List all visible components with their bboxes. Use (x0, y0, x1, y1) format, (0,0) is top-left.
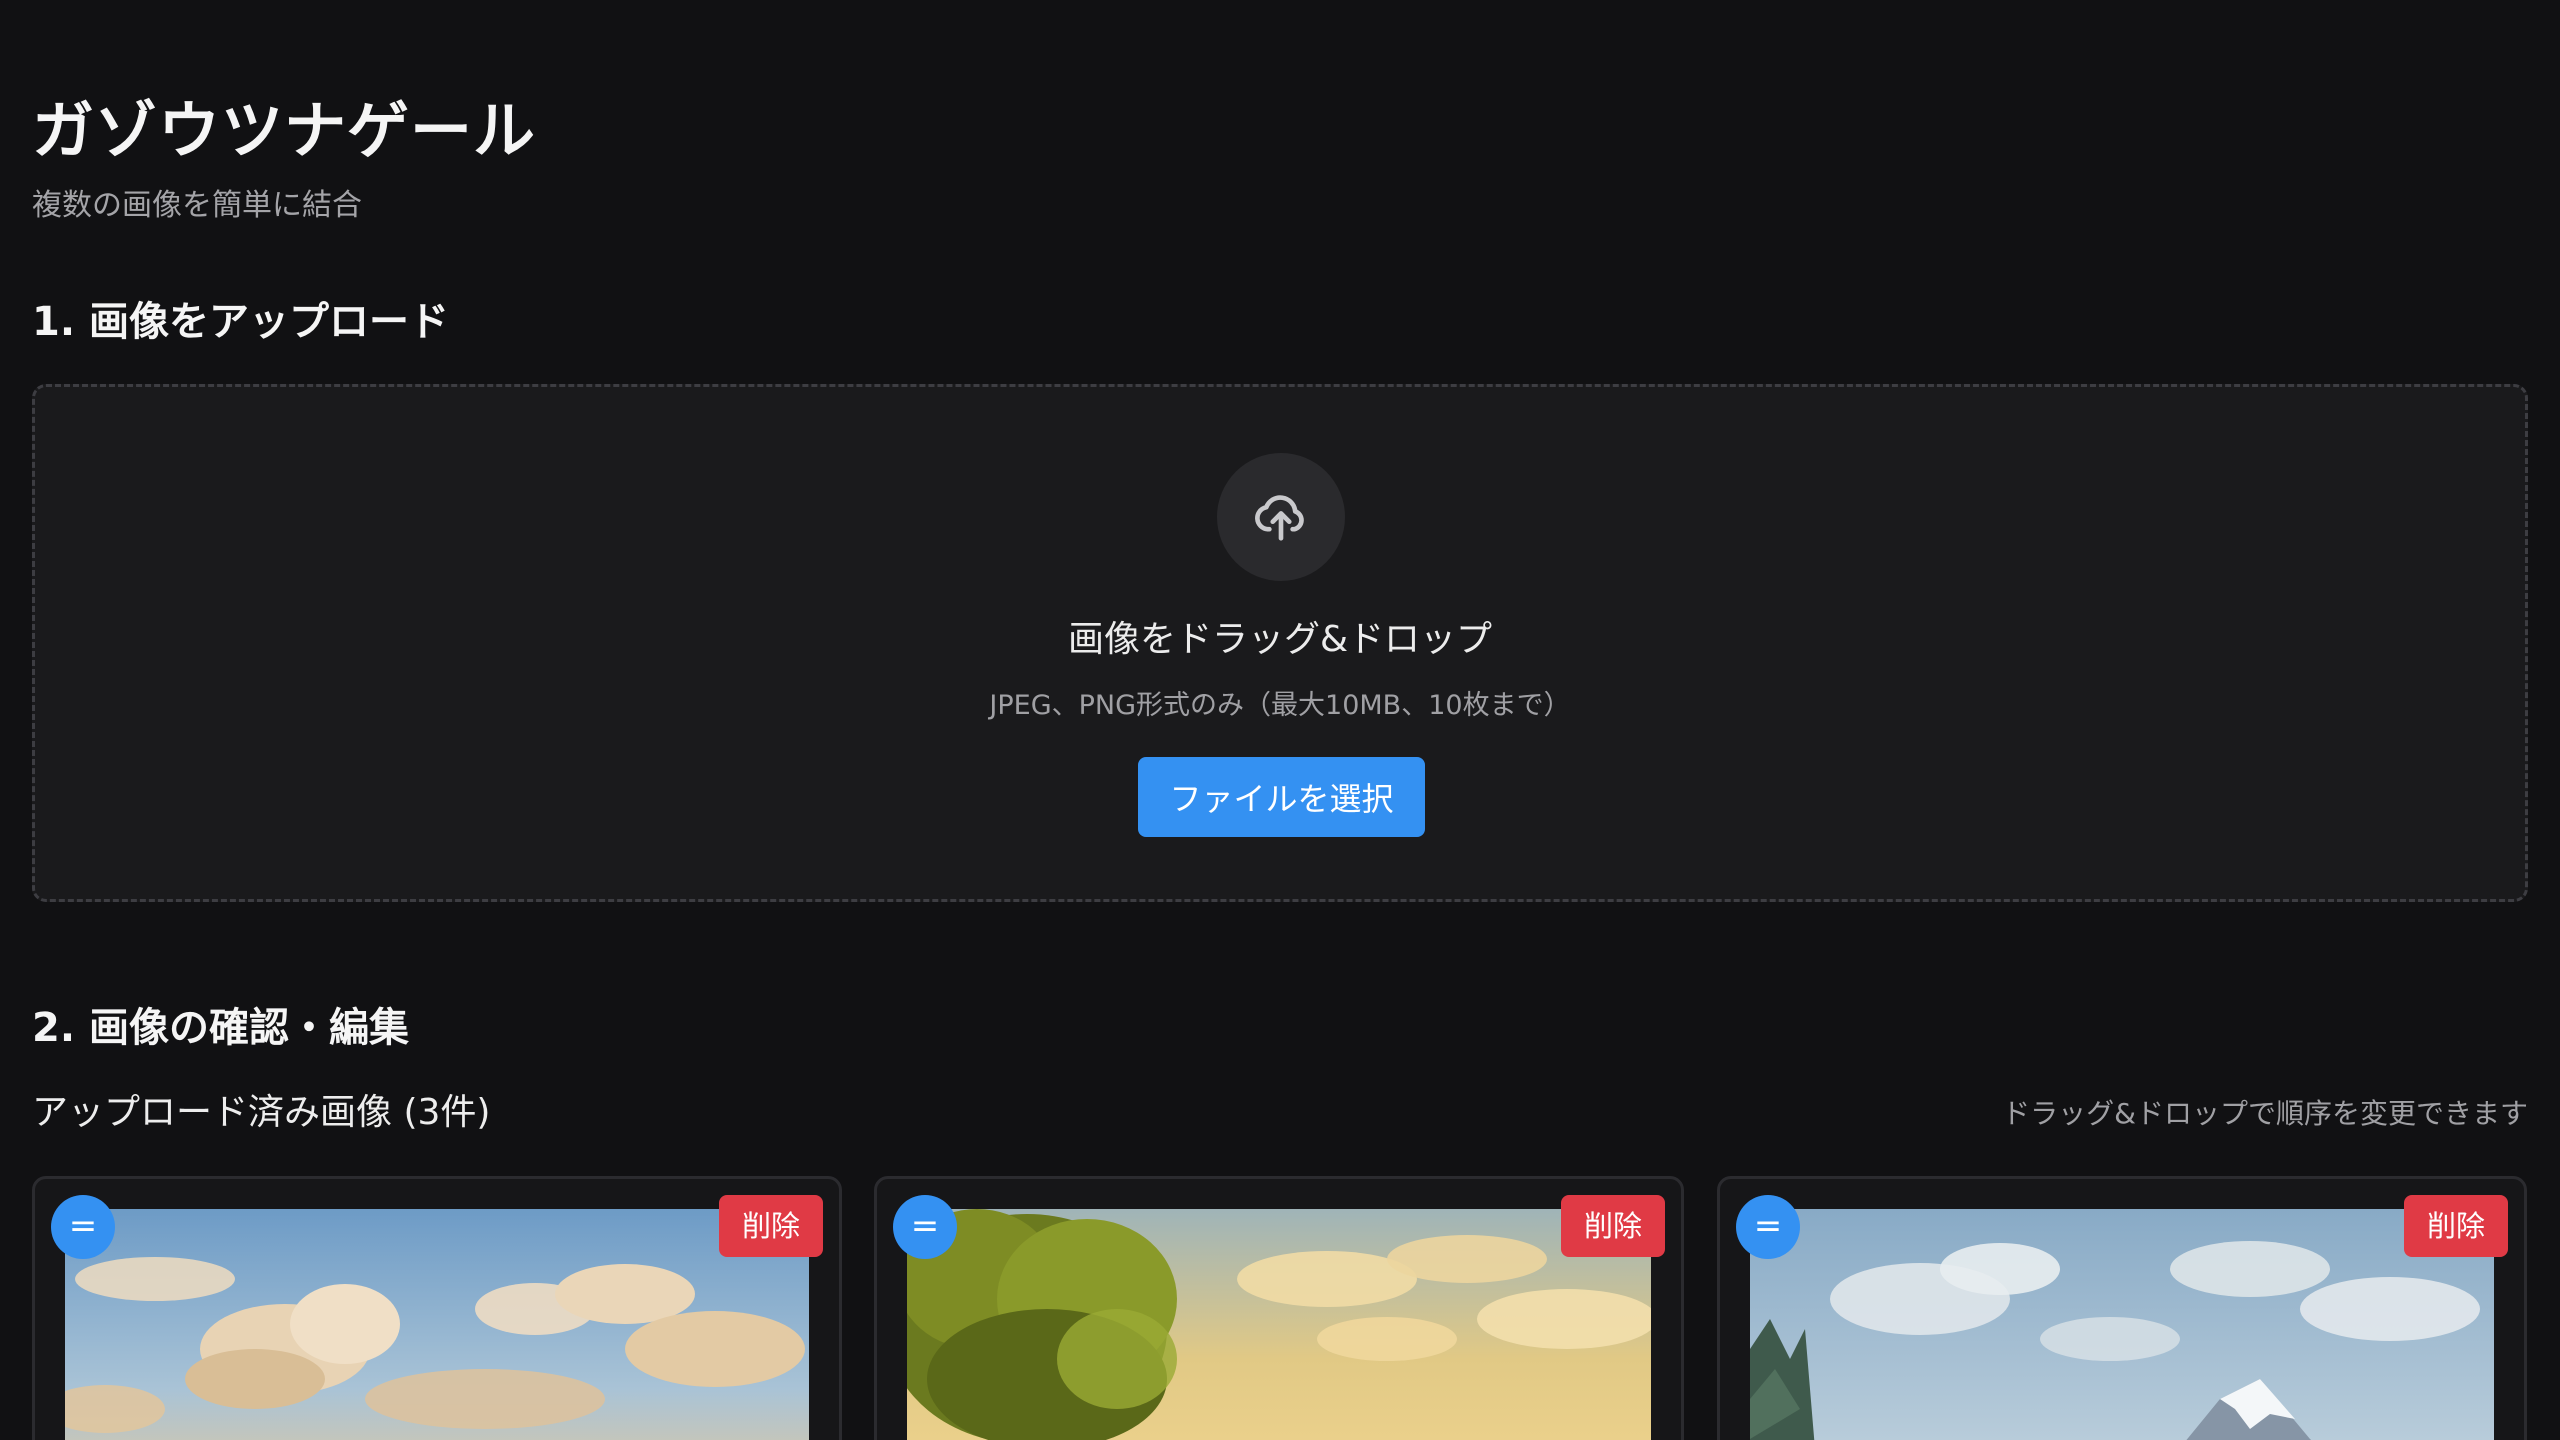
drag-handle-icon[interactable]: = (1736, 1195, 1800, 1259)
cloud-upload-icon-graphic (1255, 495, 1304, 541)
image-card[interactable]: = 削除 (874, 1176, 1684, 1440)
app-subtitle: 複数の画像を簡単に結合 (32, 188, 362, 223)
drag-handle-icon[interactable]: = (51, 1195, 115, 1259)
image-dropzone[interactable]: 画像をドラッグ&ドロップ JPEG、PNG形式のみ（最大10MB、10枚まで） … (32, 384, 2528, 902)
image-thumbnail (907, 1209, 1651, 1440)
image-thumbnail (65, 1209, 809, 1440)
edit-section-title: 2. 画像の確認・編集 (32, 1005, 409, 1051)
image-thumbnail (1750, 1209, 2494, 1440)
tree-landscape-image (907, 1209, 1651, 1440)
cloud-upload-icon (1250, 484, 1312, 550)
image-card[interactable]: = 削除 (32, 1176, 842, 1440)
drop-hint: JPEG、PNG形式のみ（最大10MB、10枚まで） (989, 690, 1571, 721)
uploaded-images-count: アップロード済み画像 (3件) (32, 1092, 491, 1133)
delete-image-button[interactable]: 削除 (719, 1195, 823, 1257)
sky-clouds-image (65, 1209, 809, 1440)
reorder-hint: ドラッグ&ドロップで順序を変更できます (2002, 1097, 2528, 1130)
mountain-landscape-image (1750, 1209, 2494, 1440)
select-file-button[interactable]: ファイルを選択 (1138, 757, 1425, 837)
delete-image-button[interactable]: 削除 (1561, 1195, 1665, 1257)
image-card[interactable]: = 削除 (1717, 1176, 2527, 1440)
upload-icon-circle (1217, 453, 1345, 581)
drop-heading: 画像をドラッグ&ドロップ (1067, 619, 1493, 660)
drag-handle-icon[interactable]: = (893, 1195, 957, 1259)
app-title: ガゾウツナゲール (32, 94, 537, 167)
delete-image-button[interactable]: 削除 (2404, 1195, 2508, 1257)
upload-section-title: 1. 画像をアップロード (32, 299, 449, 345)
app-page: ガゾウツナゲール 複数の画像を簡単に結合 1. 画像をアップロード 画像をドラッ… (0, 0, 2560, 1440)
